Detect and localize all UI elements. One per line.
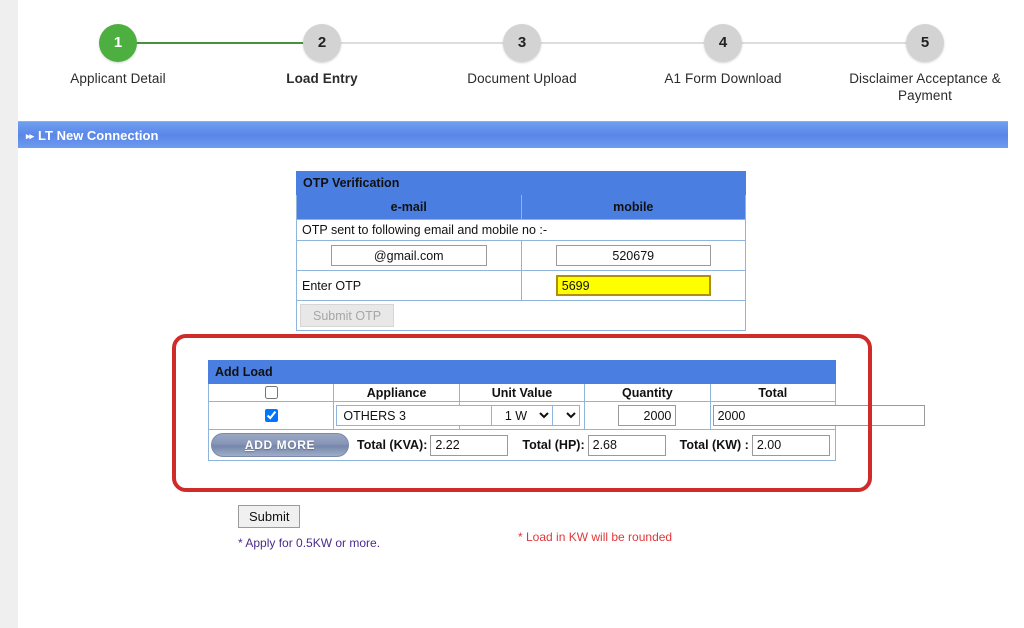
progress-stepper: 1 Applicant Detail 2 Load Entry 3 Docume… bbox=[18, 0, 1024, 112]
submit-button[interactable]: Submit bbox=[238, 505, 301, 528]
otp-table-title: OTP Verification bbox=[296, 171, 746, 195]
table-row: OTHERS 3 1 W bbox=[207, 401, 925, 430]
row-select-checkbox[interactable] bbox=[264, 409, 278, 422]
step-label-5: Disclaimer Acceptance & Payment bbox=[849, 71, 1001, 103]
load-header-row: Appliance Unit Value Quantity Total bbox=[207, 383, 837, 402]
otp-values-row bbox=[296, 240, 746, 271]
row-total-input[interactable] bbox=[712, 405, 925, 426]
load-col-unit-value: Unit Value bbox=[458, 383, 586, 402]
otp-entry-row: Enter OTP bbox=[296, 270, 746, 301]
row-total-cell bbox=[709, 401, 925, 430]
step-number-5: 5 bbox=[906, 24, 944, 62]
load-totals-cell: ADD MORE Total (KVA): Total (HP): Total … bbox=[208, 429, 836, 461]
otp-email-cell bbox=[296, 240, 522, 271]
load-totals-row: ADD MORE Total (KVA): Total (HP): Total … bbox=[208, 429, 836, 461]
note-load-rounded: * Load in KW will be rounded bbox=[518, 530, 673, 544]
otp-input[interactable] bbox=[555, 275, 711, 296]
otp-note-row: OTP sent to following email and mobile n… bbox=[296, 219, 746, 241]
total-kw-label: Total (KW) : bbox=[679, 438, 749, 452]
total-kva-input[interactable] bbox=[430, 434, 509, 456]
total-kva-label: Total (KVA): bbox=[357, 438, 428, 452]
step-number-1: 1 bbox=[99, 24, 137, 62]
unit-value-select[interactable]: 1 W bbox=[490, 405, 553, 426]
section-header-title: LT New Connection bbox=[38, 128, 159, 143]
otp-col-email: e-mail bbox=[296, 194, 522, 220]
step-label-3: Document Upload bbox=[467, 71, 577, 86]
double-chevron-icon: ▸▸ bbox=[26, 131, 34, 141]
select-all-checkbox[interactable] bbox=[264, 386, 278, 399]
email-input[interactable] bbox=[330, 245, 487, 266]
note-minimum-load: * Apply for 0.5KW or more. bbox=[238, 536, 381, 550]
otp-mobile-cell bbox=[520, 240, 746, 271]
page-content: 1 Applicant Detail 2 Load Entry 3 Docume… bbox=[18, 0, 1024, 628]
step-document-upload[interactable]: 3 Document Upload bbox=[442, 24, 602, 87]
otp-submit-row: Submit OTP bbox=[296, 300, 746, 331]
step-number-4: 4 bbox=[704, 24, 742, 62]
step-load-entry[interactable]: 2 Load Entry bbox=[242, 24, 402, 87]
step-a1-form-download[interactable]: 4 A1 Form Download bbox=[643, 24, 803, 87]
step-number-3: 3 bbox=[503, 24, 541, 62]
step-label-1: Applicant Detail bbox=[70, 71, 166, 86]
section-header-lt-new-connection: ▸▸ LT New Connection bbox=[18, 121, 1008, 148]
row-appliance-cell: OTHERS 3 bbox=[333, 401, 581, 430]
mobile-input[interactable] bbox=[555, 245, 711, 266]
load-col-total: Total bbox=[709, 383, 837, 402]
load-select-all-cell bbox=[207, 383, 335, 402]
total-hp-input[interactable] bbox=[587, 434, 666, 456]
step-disclaimer-payment[interactable]: 5 Disclaimer Acceptance & Payment bbox=[845, 24, 1005, 104]
add-more-button[interactable]: ADD MORE bbox=[211, 433, 349, 457]
add-load-title: Add Load bbox=[208, 360, 836, 384]
step-number-2: 2 bbox=[303, 24, 341, 62]
enter-otp-label: Enter OTP bbox=[296, 270, 522, 301]
load-col-quantity: Quantity bbox=[584, 383, 711, 402]
total-hp-label: Total (HP): bbox=[522, 438, 585, 452]
otp-input-cell bbox=[520, 270, 746, 301]
row-quantity-cell bbox=[584, 401, 711, 430]
submit-otp-button[interactable]: Submit OTP bbox=[300, 304, 395, 327]
otp-verification-table: OTP Verification e-mail mobile OTP sent … bbox=[296, 171, 746, 331]
row-select-cell bbox=[207, 401, 335, 430]
otp-note: OTP sent to following email and mobile n… bbox=[296, 219, 746, 241]
add-load-table: Add Load Appliance Unit Value Quantity T… bbox=[207, 360, 925, 461]
step-applicant-detail[interactable]: 1 Applicant Detail bbox=[38, 24, 198, 87]
otp-header-row: e-mail mobile bbox=[296, 194, 746, 220]
quantity-input[interactable] bbox=[618, 405, 677, 426]
load-title-row: Add Load bbox=[208, 360, 836, 384]
step-label-2: Load Entry bbox=[286, 71, 358, 86]
load-col-appliance: Appliance bbox=[333, 383, 460, 402]
otp-title-row: OTP Verification bbox=[296, 171, 746, 195]
otp-submit-cell: Submit OTP bbox=[296, 300, 746, 331]
total-kw-input[interactable] bbox=[751, 434, 830, 456]
step-label-4: A1 Form Download bbox=[664, 71, 782, 86]
otp-col-mobile: mobile bbox=[520, 194, 746, 220]
